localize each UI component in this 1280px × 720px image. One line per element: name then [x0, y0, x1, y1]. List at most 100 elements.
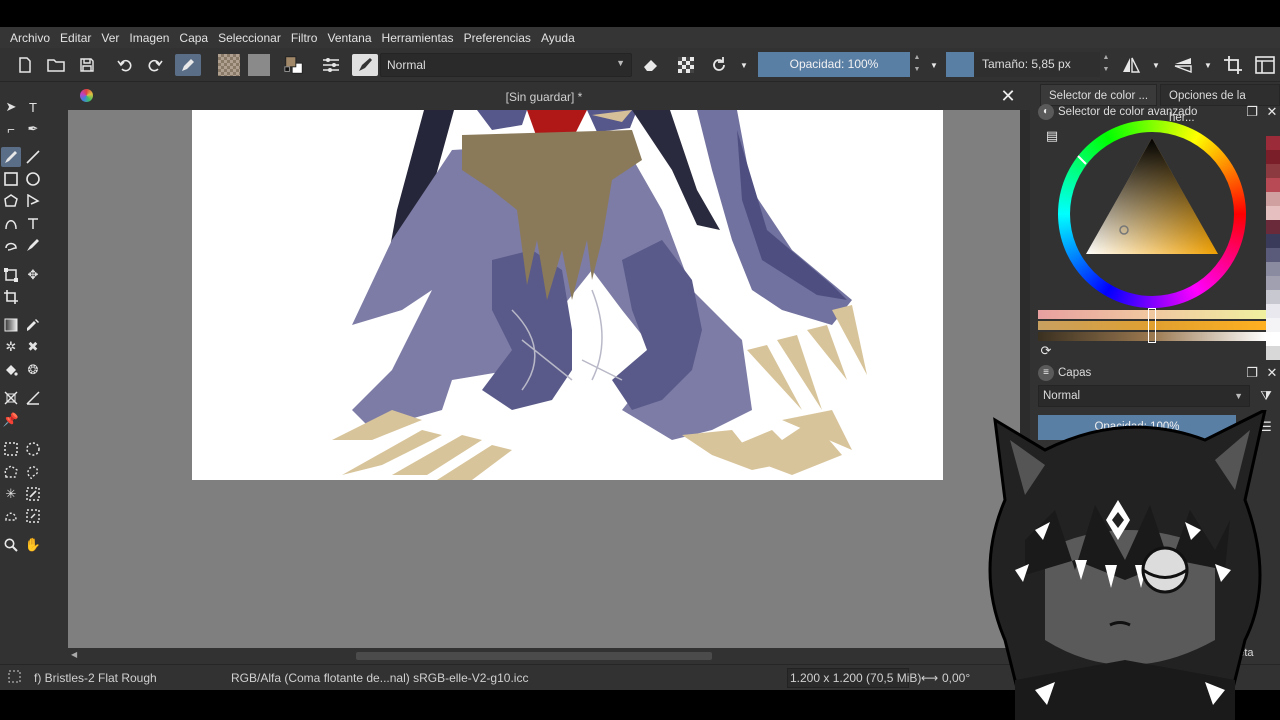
reload-preset-icon[interactable]: [708, 54, 730, 76]
magnetic-select-icon[interactable]: [23, 506, 43, 526]
multibrush-icon[interactable]: [23, 235, 43, 255]
brush-preset-name[interactable]: f) Bristles-2 Flat Rough: [34, 671, 157, 685]
brush-preset-icon[interactable]: [352, 54, 378, 76]
eraser-icon[interactable]: [640, 54, 662, 76]
transform-icon[interactable]: [1, 265, 21, 285]
redo-icon[interactable]: [144, 54, 166, 76]
float-panel-icon[interactable]: ❐: [1244, 104, 1260, 120]
selection-mode-icon[interactable]: [8, 670, 21, 686]
pan-hand-icon[interactable]: ✋: [23, 535, 43, 555]
menu-seleccionar[interactable]: Seleccionar: [214, 31, 285, 45]
palette-swatch[interactable]: [1266, 206, 1280, 220]
menu-archivo[interactable]: Archivo: [6, 31, 54, 45]
undo-icon[interactable]: [114, 54, 136, 76]
palette-swatch[interactable]: [1266, 346, 1280, 360]
close-panel-icon[interactable]: ✕: [1264, 104, 1280, 120]
freehand-brush-icon[interactable]: [1, 147, 21, 167]
new-document-icon[interactable]: [14, 54, 36, 76]
mirror-v-dropdown-icon[interactable]: ▼: [1200, 54, 1216, 76]
ellipse-select-icon[interactable]: [23, 439, 43, 459]
reload-dropdown-icon[interactable]: ▼: [736, 54, 752, 76]
color-model-info[interactable]: RGB/Alfa (Coma flotante de...nal) sRGB-e…: [231, 671, 528, 685]
size-spin-arrows[interactable]: ▲ ▼: [1100, 52, 1112, 77]
text-tool-icon[interactable]: T: [23, 97, 43, 117]
alpha-lock-icon[interactable]: [675, 54, 697, 76]
open-folder-icon[interactable]: [45, 54, 67, 76]
line-tool-icon[interactable]: [23, 147, 43, 167]
dynamic-brush-icon[interactable]: [1, 235, 21, 255]
edit-shapes-icon[interactable]: ⌐: [1, 119, 21, 139]
color-picker-icon[interactable]: [23, 315, 43, 335]
polygon-tool-icon[interactable]: [1, 191, 21, 211]
menu-imagen[interactable]: Imagen: [125, 31, 173, 45]
drawing-canvas[interactable]: [192, 110, 943, 480]
rectangle-tool-icon[interactable]: [1, 169, 21, 189]
canvas-only-icon[interactable]: [1254, 54, 1276, 76]
foreground-background-color-icon[interactable]: [283, 54, 305, 76]
measure-icon[interactable]: [23, 388, 43, 408]
palette-swatch[interactable]: [1266, 234, 1280, 248]
polyline-tool-icon[interactable]: [23, 191, 43, 211]
menu-ver[interactable]: Ver: [97, 31, 123, 45]
opacity-slider[interactable]: Opacidad: 100%: [758, 52, 910, 77]
size-slider[interactable]: Tamaño: 5,85 px: [946, 52, 1100, 77]
freehand-select-icon[interactable]: [23, 462, 43, 482]
color-palette[interactable]: [1266, 136, 1280, 360]
opacity-spin-arrows[interactable]: ▲ ▼: [911, 52, 923, 77]
reference-pin-icon[interactable]: 📌: [1, 410, 21, 430]
mirror-vertical-icon[interactable]: [1172, 54, 1194, 76]
brush-edit-icon[interactable]: [175, 54, 201, 76]
palette-swatch[interactable]: [1266, 262, 1280, 276]
layer-blend-mode-select[interactable]: Normal ▼: [1038, 385, 1250, 407]
smart-patch-icon[interactable]: ✖: [23, 337, 43, 357]
palette-swatch[interactable]: [1266, 318, 1280, 332]
pattern-swatch[interactable]: [218, 54, 240, 76]
float-layers-icon[interactable]: ❐: [1244, 365, 1260, 381]
mirror-h-dropdown-icon[interactable]: ▼: [1148, 54, 1164, 76]
canvas-area[interactable]: [68, 110, 1020, 648]
brush-settings-icon[interactable]: [320, 54, 342, 76]
fill-bucket-icon[interactable]: [1, 360, 21, 380]
crop-icon[interactable]: [1, 287, 21, 307]
menu-ayuda[interactable]: Ayuda: [537, 31, 579, 45]
move-icon[interactable]: ✥: [23, 265, 43, 285]
close-layers-icon[interactable]: ✕: [1264, 365, 1280, 381]
menu-ventana[interactable]: Ventana: [323, 31, 375, 45]
scroll-left-icon[interactable]: ◀: [71, 650, 77, 659]
palette-swatch[interactable]: [1266, 332, 1280, 346]
rotation-value[interactable]: 0,00°: [942, 671, 970, 685]
similar-color-select-icon[interactable]: [23, 484, 43, 504]
contiguous-select-icon[interactable]: ✳: [1, 484, 21, 504]
select-shapes-icon[interactable]: ➤: [1, 97, 21, 117]
menu-preferencias[interactable]: Preferencias: [460, 31, 535, 45]
close-document-icon[interactable]: ✕: [998, 86, 1018, 106]
palette-swatch[interactable]: [1266, 192, 1280, 206]
polygon-select-icon[interactable]: [1, 462, 21, 482]
palette-swatch[interactable]: [1266, 164, 1280, 178]
menu-editar[interactable]: Editar: [56, 31, 95, 45]
palette-swatch[interactable]: [1266, 178, 1280, 192]
palette-swatch[interactable]: [1266, 136, 1280, 150]
colorize-mask-icon[interactable]: ✲: [1, 337, 21, 357]
opacity-dropdown-icon[interactable]: ▼: [926, 54, 942, 76]
palette-swatch[interactable]: [1266, 304, 1280, 318]
save-icon[interactable]: [76, 54, 98, 76]
gradient-tool-icon[interactable]: [1, 315, 21, 335]
bezier-tool-icon[interactable]: [1, 213, 21, 233]
mirror-horizontal-icon[interactable]: [1120, 54, 1142, 76]
filter-icon[interactable]: ⧩: [1258, 388, 1274, 404]
palette-swatch[interactable]: [1266, 150, 1280, 164]
slider-handle[interactable]: [1148, 308, 1156, 343]
refresh-color-icon[interactable]: ⟳: [1038, 343, 1054, 359]
palette-swatch[interactable]: [1266, 276, 1280, 290]
menu-herramientas[interactable]: Herramientas: [378, 31, 458, 45]
gradient-swatch[interactable]: [248, 54, 270, 76]
assistant-tool-icon[interactable]: [1, 388, 21, 408]
saturation-value-triangle[interactable]: [1058, 120, 1246, 308]
enclose-fill-icon[interactable]: ❂: [23, 360, 43, 380]
horizontal-scroll-thumb[interactable]: [356, 652, 712, 660]
document-title[interactable]: [Sin guardar] *: [68, 90, 1020, 104]
calligraphy-icon[interactable]: ✒: [23, 119, 43, 139]
blend-mode-select[interactable]: Normal ▼: [380, 53, 632, 77]
freehand-path-icon[interactable]: [23, 213, 43, 233]
